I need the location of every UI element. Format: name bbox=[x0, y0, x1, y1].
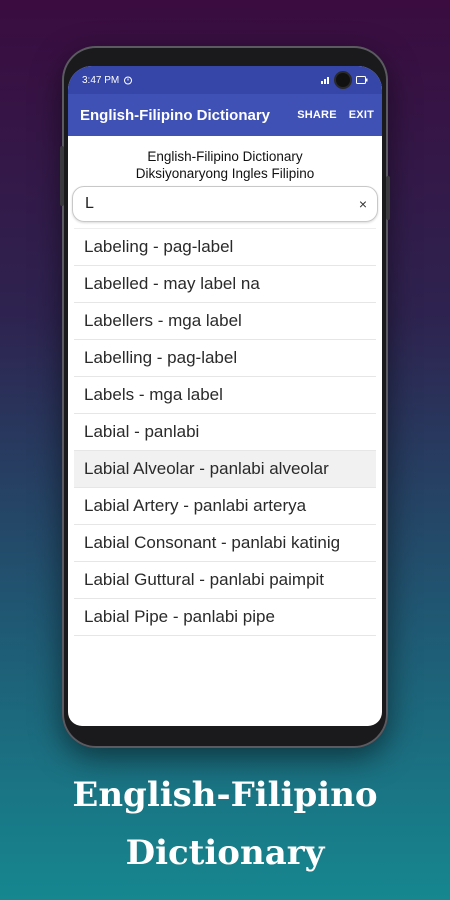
list-item[interactable]: Labellers - mga label bbox=[74, 303, 376, 340]
list-item[interactable]: Labial Guttural - panlabi paimpit bbox=[74, 562, 376, 599]
results-list[interactable]: Labeling - pag-label Labelled - may labe… bbox=[74, 228, 376, 636]
power-button bbox=[386, 176, 390, 220]
list-item[interactable]: Labial Alveolar - panlabi alveolar bbox=[74, 451, 376, 488]
list-item[interactable]: Labial Pipe - panlabi pipe bbox=[74, 599, 376, 636]
header-line-filipino: Diksiyonaryong Ingles Filipino bbox=[135, 166, 315, 181]
battery-icon bbox=[356, 76, 368, 84]
front-camera bbox=[334, 71, 352, 89]
promo-caption: English-Filipino Dictionary bbox=[0, 766, 450, 882]
list-item[interactable]: Labial Artery - panlabi arterya bbox=[74, 488, 376, 525]
signal-icon bbox=[321, 77, 329, 84]
list-item[interactable]: Labial - panlabi bbox=[74, 414, 376, 451]
clear-icon[interactable]: × bbox=[359, 196, 367, 212]
list-item[interactable]: Labels - mga label bbox=[74, 377, 376, 414]
status-bar: 3:47 PM bbox=[68, 66, 382, 94]
list-item[interactable]: Labeling - pag-label bbox=[74, 229, 376, 266]
exit-button[interactable]: EXIT bbox=[349, 109, 374, 121]
header-line-english: English-Filipino Dictionary bbox=[147, 149, 303, 164]
app-title: English-Filipino Dictionary bbox=[80, 106, 271, 124]
status-time: 3:47 PM bbox=[82, 74, 120, 86]
list-item[interactable]: Labelling - pag-label bbox=[74, 340, 376, 377]
alarm-icon bbox=[124, 76, 133, 85]
volume-button bbox=[60, 146, 64, 206]
caption-line-2: Dictionary bbox=[125, 833, 325, 873]
caption-line-1: English-Filipino bbox=[72, 775, 378, 815]
search-input[interactable] bbox=[83, 194, 359, 214]
search-box: × bbox=[72, 186, 378, 222]
share-button[interactable]: SHARE bbox=[297, 109, 337, 121]
phone-screen: 3:47 PM English-Filipino Dictionary SHAR… bbox=[68, 66, 382, 726]
list-item[interactable]: Labelled - may label na bbox=[74, 266, 376, 303]
dictionary-header: English-Filipino Dictionary Diksiyonaryo… bbox=[68, 136, 382, 184]
list-item[interactable]: Labial Consonant - panlabi katinig bbox=[74, 525, 376, 562]
app-bar: English-Filipino Dictionary SHARE EXIT bbox=[68, 94, 382, 136]
